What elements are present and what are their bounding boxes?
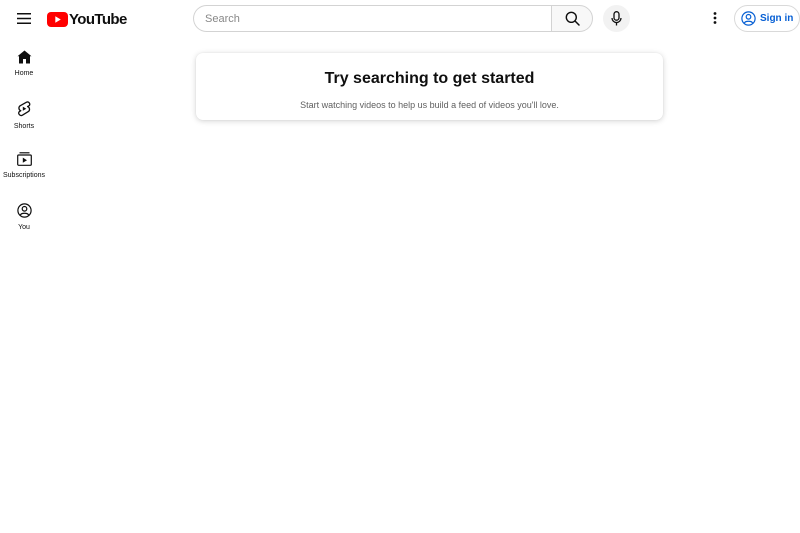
card-subtitle: Start watching videos to help us build a… [300, 100, 559, 110]
sidebar: Home Shorts Subscriptions You [0, 40, 48, 244]
sidebar-item-home[interactable]: Home [0, 40, 48, 91]
search-button[interactable] [551, 5, 593, 32]
logo-text: YouTube [69, 10, 127, 28]
shorts-icon [18, 101, 31, 117]
youtube-play-logo-icon [47, 11, 68, 27]
search-input[interactable] [205, 12, 551, 25]
account-icon [16, 203, 32, 218]
card-title: Try searching to get started [324, 70, 535, 87]
sign-in-button[interactable]: Sign in [734, 5, 800, 32]
sidebar-item-subscriptions[interactable]: Subscriptions [0, 142, 48, 193]
subscriptions-icon [16, 152, 32, 166]
youtube-logo[interactable]: YouTube [47, 10, 127, 28]
settings-more-button[interactable] [705, 8, 725, 28]
sidebar-item-shorts[interactable]: Shorts [0, 91, 48, 142]
sidebar-item-label: Home [14, 70, 34, 77]
search-box[interactable] [193, 5, 551, 32]
search-icon [565, 11, 580, 26]
voice-search-button[interactable] [603, 5, 630, 32]
sidebar-item-you[interactable]: You [0, 193, 48, 244]
hamburger-menu-button[interactable] [12, 6, 36, 30]
sidebar-item-label: Subscriptions [2, 172, 46, 179]
more-vert-icon [713, 12, 717, 24]
get-started-card: Try searching to get started Start watch… [196, 53, 663, 120]
hamburger-menu-icon [17, 12, 31, 24]
microphone-icon [611, 11, 622, 26]
home-icon [17, 50, 31, 64]
sidebar-item-label: Shorts [13, 123, 35, 130]
sign-in-label: Sign in [760, 13, 794, 24]
account-circle-icon [741, 11, 756, 26]
sidebar-item-label: You [18, 224, 30, 231]
top-bar: YouTube Sign in [0, 0, 800, 37]
